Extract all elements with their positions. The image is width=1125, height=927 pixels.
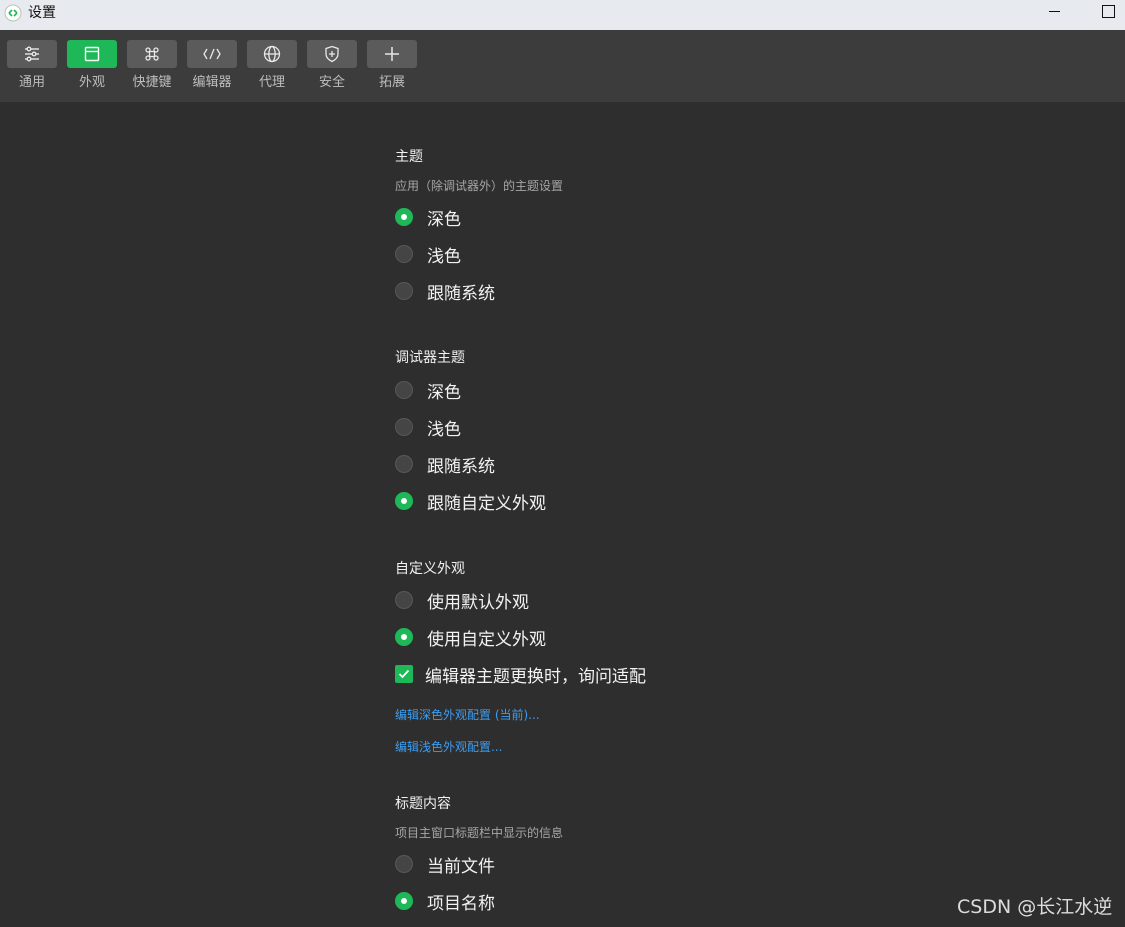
radio[interactable] [395, 418, 413, 436]
debugger-theme-option-system[interactable]: 跟随系统 [395, 452, 495, 477]
option-label: 浅色 [427, 419, 461, 440]
title-content-section-title: 标题内容 [395, 796, 451, 812]
maximize-button[interactable] [1102, 5, 1115, 18]
radio-selected[interactable] [395, 208, 413, 226]
custom-appearance-option-default[interactable]: 使用默认外观 [395, 588, 529, 613]
radio[interactable] [395, 591, 413, 609]
sliders-icon [25, 46, 39, 62]
title-bar: 设置 [0, 0, 1125, 30]
globe-icon [263, 45, 281, 63]
option-label: 浅色 [427, 246, 461, 267]
tab-appearance[interactable]: 外观 [67, 40, 117, 96]
tab-label: 安全 [318, 75, 345, 90]
option-label: 当前文件 [427, 856, 495, 877]
option-label: 跟随自定义外观 [427, 493, 546, 514]
radio[interactable] [395, 282, 413, 300]
watermark: CSDN @长江水逆 [957, 896, 1113, 918]
app-logo-icon [4, 4, 22, 22]
radio[interactable] [395, 381, 413, 399]
theme-option-system[interactable]: 跟随系统 [395, 279, 495, 304]
theme-section-description: 应用（除调试器外）的主题设置 [395, 179, 564, 193]
theme-option-dark[interactable]: 深色 [395, 205, 461, 230]
tab-label: 通用 [18, 75, 45, 90]
checkmark-icon [398, 669, 410, 679]
option-label: 使用自定义外观 [427, 629, 546, 650]
shield-icon [325, 45, 339, 63]
radio-selected[interactable] [395, 492, 413, 510]
tab-label: 编辑器 [192, 75, 232, 90]
option-label: 深色 [427, 382, 461, 403]
tab-label: 快捷键 [132, 75, 172, 90]
edit-light-appearance-link[interactable]: 编辑浅色外观配置... [395, 739, 502, 755]
tab-label: 拓展 [378, 75, 405, 90]
option-label: 跟随系统 [427, 283, 495, 304]
tab-proxy[interactable]: 代理 [247, 40, 297, 96]
tab-security[interactable]: 安全 [307, 40, 357, 96]
tab-editor[interactable]: 编辑器 [187, 40, 237, 96]
theme-section-title: 主题 [395, 149, 423, 165]
debugger-theme-section-title: 调试器主题 [395, 350, 465, 366]
code-icon [203, 48, 221, 60]
command-key-icon [145, 47, 159, 61]
title-content-option-project-name[interactable]: 项目名称 [395, 889, 495, 914]
debugger-theme-option-light[interactable]: 浅色 [395, 415, 461, 440]
tab-label: 代理 [258, 75, 285, 90]
title-content-option-current-file[interactable]: 当前文件 [395, 852, 495, 877]
debugger-theme-option-custom[interactable]: 跟随自定义外观 [395, 489, 546, 514]
option-label: 深色 [427, 209, 461, 230]
option-label: 项目名称 [427, 893, 495, 914]
plus-icon [385, 47, 399, 61]
radio[interactable] [395, 855, 413, 873]
settings-toolbar: 通用 外观 快捷键 编辑器 代理 安全 拓展 [0, 30, 1125, 102]
custom-appearance-option-custom[interactable]: 使用自定义外观 [395, 625, 546, 650]
option-label: 使用默认外观 [427, 592, 529, 613]
minimize-button[interactable] [1046, 2, 1064, 22]
custom-appearance-section-title: 自定义外观 [395, 561, 465, 577]
option-label: 跟随系统 [427, 456, 495, 477]
radio[interactable] [395, 455, 413, 473]
tab-general[interactable]: 通用 [7, 40, 57, 96]
tab-extensions[interactable]: 拓展 [367, 40, 417, 96]
checkbox-label: 编辑器主题更换时，询问适配 [425, 666, 646, 687]
window-title: 设置 [28, 5, 56, 21]
ask-adapt-checkbox[interactable]: 编辑器主题更换时，询问适配 [395, 662, 646, 687]
radio-selected[interactable] [395, 892, 413, 910]
tab-label: 外观 [78, 75, 105, 90]
tab-shortcuts[interactable]: 快捷键 [127, 40, 177, 96]
title-content-section-description: 项目主窗口标题栏中显示的信息 [395, 826, 564, 840]
edit-dark-appearance-link[interactable]: 编辑深色外观配置 (当前)... [395, 707, 540, 723]
debugger-theme-option-dark[interactable]: 深色 [395, 378, 461, 403]
radio-selected[interactable] [395, 628, 413, 646]
checkbox-checked[interactable] [395, 665, 413, 683]
radio[interactable] [395, 245, 413, 263]
theme-option-light[interactable]: 浅色 [395, 242, 461, 267]
window-icon [84, 46, 100, 62]
